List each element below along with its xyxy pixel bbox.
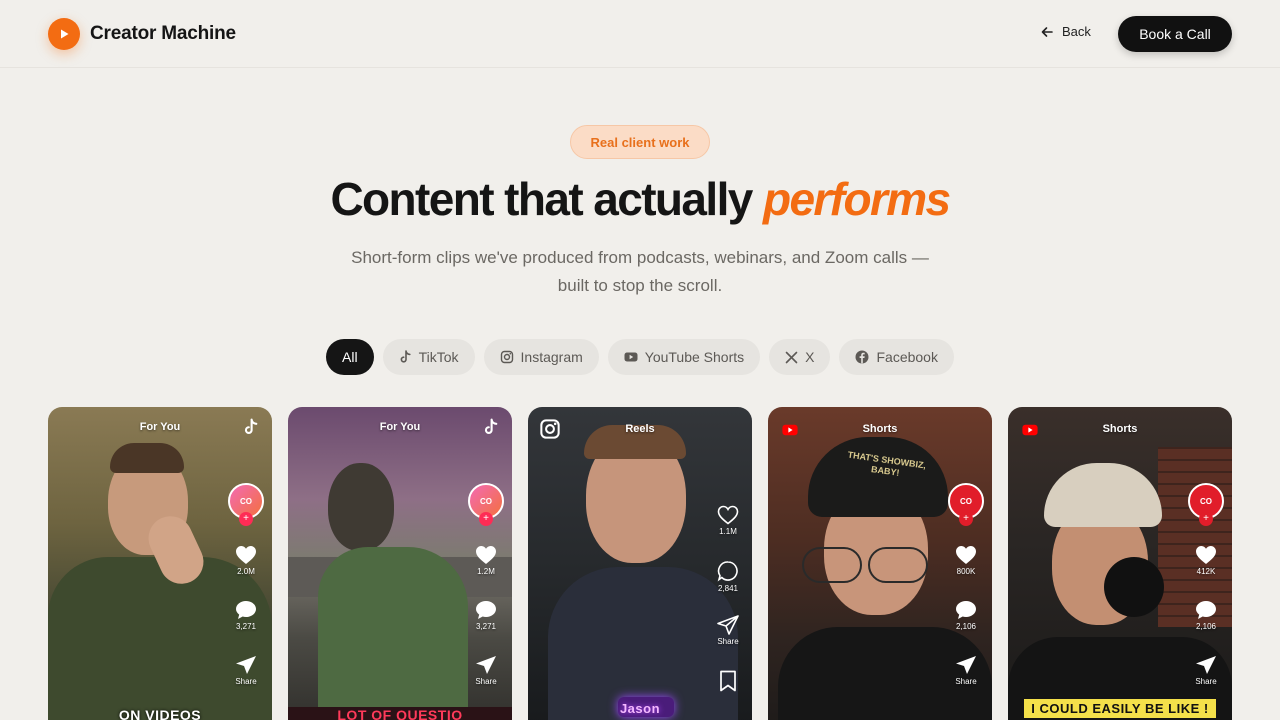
follow-plus-icon[interactable]: + [959, 512, 973, 526]
comment-button[interactable]: 2,841 [708, 560, 748, 593]
filter-facebook[interactable]: Facebook [839, 339, 954, 375]
comment-bubble-icon [1196, 601, 1216, 619]
like-count: 1.1M [719, 527, 737, 536]
filter-all[interactable]: All [326, 339, 374, 375]
page-title: Content that actually performs [0, 172, 1280, 226]
filter-label: X [805, 349, 815, 365]
filter-label: All [342, 349, 358, 365]
x-icon [785, 351, 798, 363]
filter-label: YouTube Shorts [644, 349, 745, 365]
video-card[interactable]: THAT'S SHOWBIZ, BABY! Shorts CO + 800K 2… [768, 407, 992, 720]
like-button[interactable]: 412K [1186, 545, 1226, 576]
feed-label: Shorts [862, 423, 898, 435]
feed-label: Shorts [1102, 423, 1138, 435]
filter-tiktok[interactable]: TikTok [382, 339, 475, 375]
back-label: Back [1062, 24, 1091, 39]
bookmark-icon[interactable] [719, 670, 737, 692]
share-arrow-icon [476, 656, 496, 674]
like-button[interactable]: 1.2M [466, 545, 506, 576]
like-count: 1.2M [477, 567, 495, 576]
comment-count: 3,271 [475, 622, 497, 631]
heart-icon [1196, 546, 1216, 564]
heart-outline-icon [717, 505, 739, 525]
comment-count: 2,106 [955, 622, 977, 631]
video-card[interactable]: For You CO + 2.0M 3,271 Share ON VIDEOS [48, 407, 272, 720]
share-label: Share [475, 677, 497, 686]
instagram-icon [540, 419, 560, 439]
like-button[interactable]: 2.0M [226, 545, 266, 576]
site-header: Creator Machine Back Book a Call [0, 0, 1280, 68]
like-count: 800K [956, 567, 976, 576]
youtube-icon [624, 352, 638, 362]
share-arrow-icon [236, 656, 256, 674]
filter-youtube-shorts[interactable]: YouTube Shorts [607, 339, 761, 375]
comment-bubble-icon [476, 601, 496, 619]
video-card[interactable]: Shorts CO + 412K 2,106 Share I COULD EAS… [1008, 407, 1232, 720]
play-icon [48, 18, 80, 50]
share-button[interactable]: Share [946, 655, 986, 686]
filter-x[interactable]: X [769, 339, 831, 375]
share-arrow-icon [717, 615, 739, 635]
share-arrow-icon [956, 656, 976, 674]
heart-icon [476, 546, 496, 564]
share-label: Share [717, 637, 739, 646]
video-grid: For You CO + 2.0M 3,271 Share ON VIDEOS … [48, 407, 1232, 720]
share-label: Share [955, 677, 977, 686]
video-card[interactable]: For You CO + 1.2M 3,271 Share LOT OF QUE… [288, 407, 512, 720]
video-card[interactable]: Reels 1.1M 2,841 Share Jason [528, 407, 752, 720]
filter-label: Facebook [876, 349, 938, 365]
share-label: Share [235, 677, 257, 686]
filter-label: Instagram [520, 349, 583, 365]
share-label: Share [1195, 677, 1217, 686]
arrow-left-icon [1041, 26, 1053, 37]
share-button[interactable]: Share [226, 655, 266, 686]
tiktok-icon [400, 350, 411, 363]
comment-bubble-icon [956, 601, 976, 619]
like-button[interactable]: 800K [946, 545, 986, 576]
platform-filters: All TikTok Instagram YouTube Shorts X Fa… [0, 339, 1280, 375]
instagram-icon [500, 350, 513, 364]
comment-button[interactable]: 3,271 [226, 600, 266, 631]
brand-name: Creator Machine [90, 23, 236, 44]
filter-label: TikTok [418, 349, 459, 365]
comment-button[interactable]: 2,106 [946, 600, 986, 631]
book-call-button[interactable]: Book a Call [1118, 16, 1232, 52]
heart-icon [956, 546, 976, 564]
tiktok-icon [484, 418, 498, 434]
back-button[interactable]: Back [1040, 24, 1091, 39]
comment-count: 3,271 [235, 622, 257, 631]
video-caption: ON VIDEOS [118, 707, 202, 720]
feed-label: Reels [625, 423, 655, 435]
feed-label: For You [379, 421, 421, 433]
heart-icon [236, 546, 256, 564]
share-button[interactable]: Share [708, 615, 748, 646]
facebook-icon [855, 350, 869, 364]
like-count: 2.0M [237, 567, 255, 576]
comment-count: 2,106 [1195, 622, 1217, 631]
video-caption: Jason [619, 701, 661, 716]
share-button[interactable]: Share [1186, 655, 1226, 686]
follow-plus-icon[interactable]: + [1199, 512, 1213, 526]
tiktok-icon [244, 418, 258, 434]
brand-logo[interactable]: Creator Machine [48, 18, 236, 50]
section-badge: Real client work [570, 125, 710, 159]
comment-count: 2,841 [717, 584, 739, 593]
comment-button[interactable]: 3,271 [466, 600, 506, 631]
filter-instagram[interactable]: Instagram [483, 339, 599, 375]
video-caption: I COULD EASILY BE LIKE ! [1024, 699, 1216, 718]
like-count: 412K [1196, 567, 1216, 576]
title-accent: performs [762, 173, 951, 225]
follow-plus-icon[interactable]: + [239, 512, 253, 526]
video-caption: LOT OF QUESTIO [288, 707, 512, 720]
follow-plus-icon[interactable]: + [479, 512, 493, 526]
comment-button[interactable]: 2,106 [1186, 600, 1226, 631]
comment-bubble-icon [717, 561, 738, 582]
title-main: Content that actually [330, 173, 753, 225]
comment-bubble-icon [236, 601, 256, 619]
share-button[interactable]: Share [466, 655, 506, 686]
page-subtitle: Short-form clips we've produced from pod… [351, 248, 929, 295]
share-arrow-icon [1196, 656, 1216, 674]
feed-label: For You [139, 421, 181, 433]
like-button[interactable]: 1.1M [708, 505, 748, 536]
